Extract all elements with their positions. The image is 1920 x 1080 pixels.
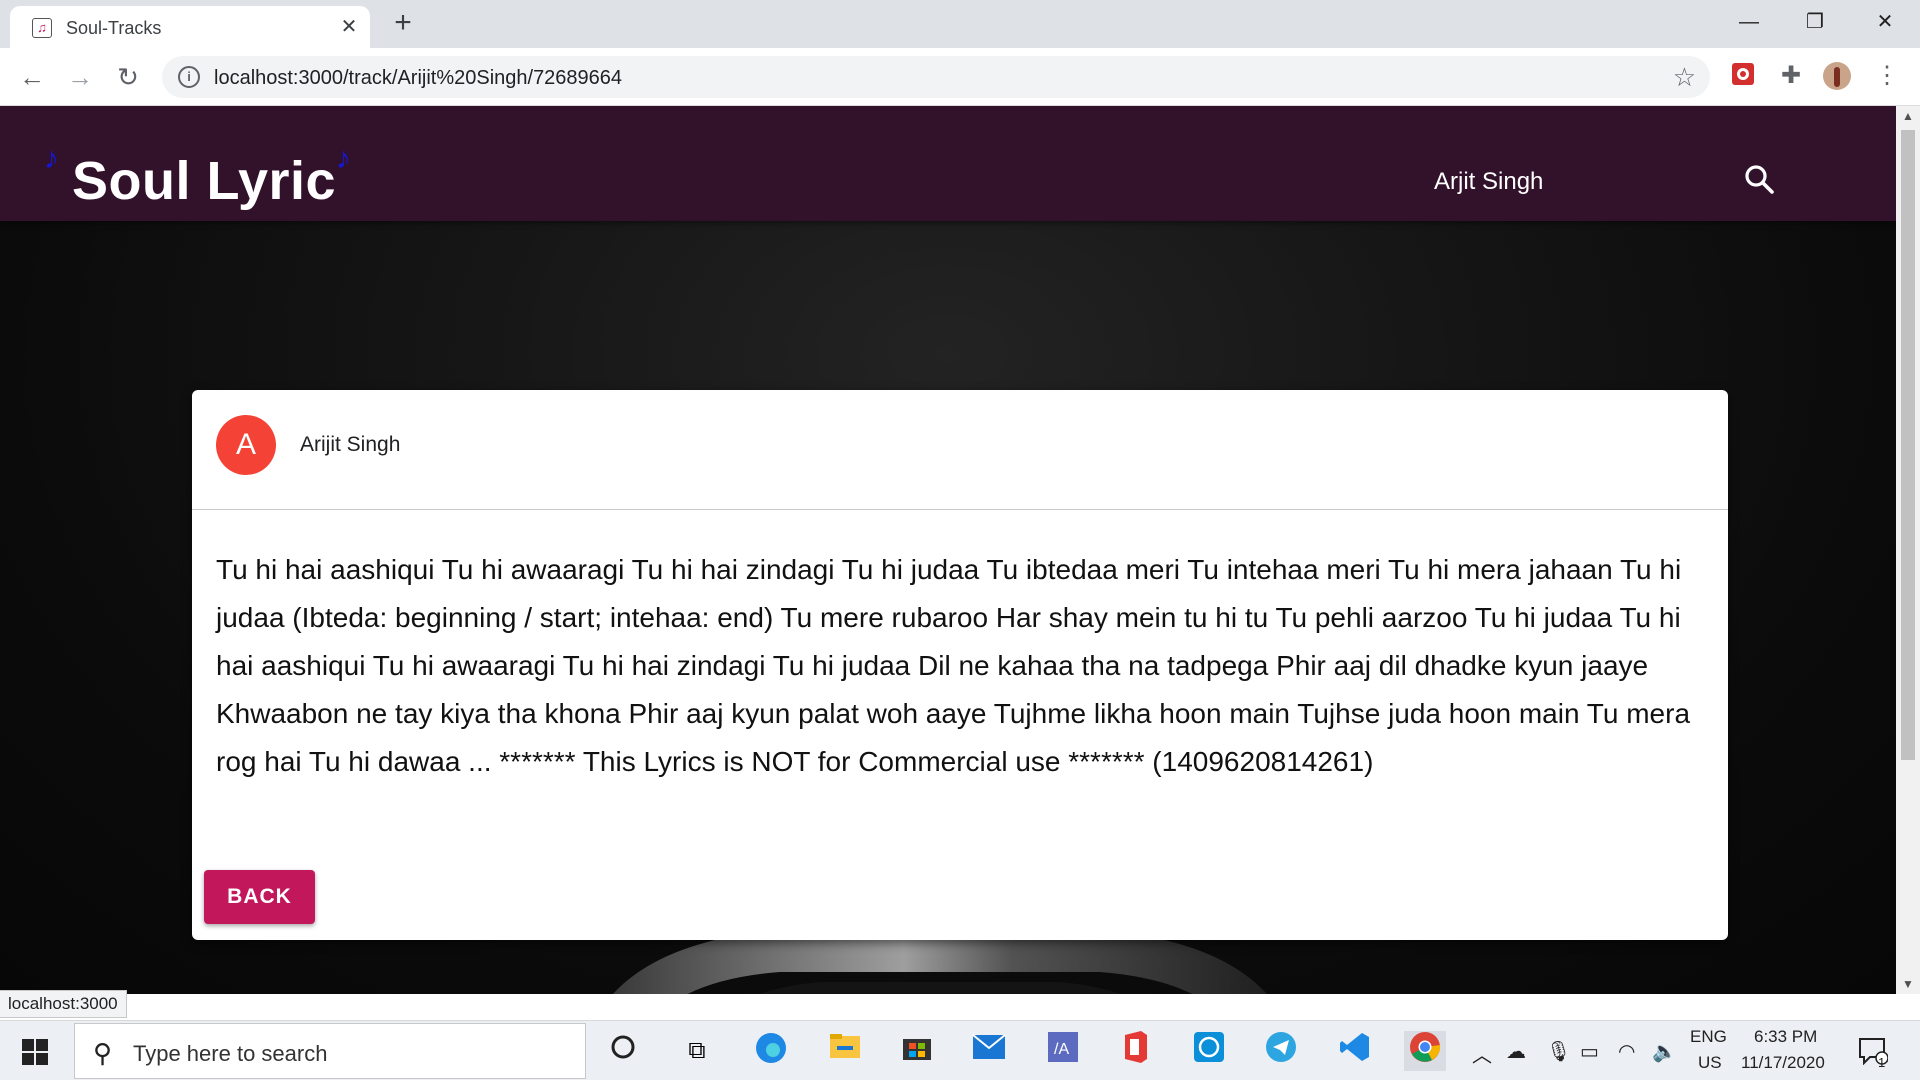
tray-chevron-icon[interactable]: ︿ <box>1472 1039 1492 1068</box>
chrome-icon[interactable] <box>1404 1031 1446 1071</box>
music-note-icon: ♫ <box>32 18 52 38</box>
reload-icon[interactable]: ↻ <box>112 61 144 93</box>
bookmark-star-icon[interactable]: ☆ <box>1673 62 1696 93</box>
task-view-icon[interactable]: ⧉ <box>676 1031 718 1071</box>
app-icon[interactable]: /A <box>1042 1031 1084 1071</box>
taskbar-search[interactable]: ⚲ Type here to search <box>74 1023 586 1079</box>
menu-dots-icon[interactable]: ⋮ <box>1872 61 1902 91</box>
language-indicator[interactable]: ENG <box>1690 1027 1727 1047</box>
edge-icon[interactable] <box>750 1031 792 1071</box>
microphone-icon[interactable]: 🎙 <box>1546 1039 1571 1064</box>
lyrics-text: Tu hi hai aashiqui Tu hi awaaragi Tu hi … <box>216 554 1691 777</box>
headphone-background-image <box>613 932 1267 994</box>
artist-name: Arijit Singh <box>300 433 401 456</box>
mail-icon[interactable] <box>968 1031 1010 1071</box>
back-button[interactable]: BACK <box>204 870 315 924</box>
new-tab-button[interactable]: + <box>388 8 418 39</box>
status-url-tooltip: localhost:3000 <box>0 990 127 1018</box>
notification-count: 1 <box>1878 1055 1886 1070</box>
back-arrow-icon[interactable]: ← <box>16 61 48 93</box>
file-explorer-icon[interactable] <box>824 1031 866 1071</box>
whatsapp-icon[interactable] <box>1188 1031 1230 1071</box>
browser-toolbar: ← → ↻ i localhost:3000/track/Arijit%20Si… <box>0 48 1920 106</box>
store-icon[interactable] <box>896 1031 938 1071</box>
page-scrollbar[interactable]: ▲ ▼ <box>1896 106 1920 994</box>
language-region[interactable]: US <box>1698 1053 1722 1073</box>
app-header: ♪ Soul Lyric ♪ Arjit Singh <box>0 106 1896 221</box>
taskbar-search-placeholder: Type here to search <box>133 1041 328 1066</box>
lyrics-card: A Arijit Singh Tu hi hai aashiqui Tu hi … <box>192 390 1728 940</box>
search-icon: ⚲ <box>93 1038 113 1068</box>
scroll-thumb[interactable] <box>1901 130 1915 760</box>
svg-text:/A: /A <box>1054 1041 1069 1058</box>
browser-tab[interactable]: ♫ Soul-Tracks ✕ <box>10 6 370 48</box>
onedrive-icon[interactable]: ☁ <box>1506 1039 1526 1064</box>
search-icon[interactable] <box>1742 162 1778 198</box>
wifi-icon[interactable]: ◠ <box>1618 1039 1635 1064</box>
clock-time[interactable]: 6:33 PM <box>1754 1027 1817 1047</box>
forward-arrow-icon[interactable]: → <box>64 61 96 93</box>
music-note-icon: ♪ <box>336 142 351 175</box>
vscode-icon[interactable] <box>1334 1031 1376 1071</box>
battery-icon[interactable]: ▭ <box>1580 1039 1599 1064</box>
volume-icon[interactable]: 🔈 <box>1652 1039 1677 1064</box>
url-text: localhost:3000/track/Arijit%20Singh/7268… <box>214 67 623 89</box>
office-icon[interactable] <box>1114 1031 1156 1071</box>
card-header: A Arijit Singh <box>192 390 1728 510</box>
info-icon[interactable]: i <box>178 66 200 88</box>
scroll-up-icon[interactable]: ▲ <box>1896 106 1920 126</box>
nav-artist-link[interactable]: Arjit Singh <box>1434 168 1543 196</box>
close-tab-icon[interactable]: ✕ <box>336 14 362 40</box>
profile-avatar[interactable] <box>1822 61 1852 91</box>
brand-logo[interactable]: Soul Lyric <box>72 150 336 212</box>
browser-titlebar: ♫ Soul-Tracks ✕ + — ❐ ✕ <box>0 0 1920 48</box>
divider <box>192 509 1728 510</box>
music-note-icon: ♪ <box>44 142 59 175</box>
close-window-button[interactable]: ✕ <box>1852 0 1918 44</box>
scroll-down-icon[interactable]: ▼ <box>1896 974 1920 994</box>
puzzle-icon[interactable]: ✚ <box>1776 61 1806 91</box>
avatar: A <box>216 415 276 475</box>
cortana-icon[interactable] <box>602 1031 644 1071</box>
clock-date[interactable]: 11/17/2020 <box>1741 1053 1825 1073</box>
tab-title: Soul-Tracks <box>66 18 162 38</box>
telegram-icon[interactable] <box>1260 1031 1302 1071</box>
minimize-button[interactable]: — <box>1716 0 1782 44</box>
windows-start-icon[interactable] <box>22 1039 48 1065</box>
restore-button[interactable]: ❐ <box>1782 0 1848 44</box>
extension-icon[interactable] <box>1728 61 1758 91</box>
address-bar[interactable]: i localhost:3000/track/Arijit%20Singh/72… <box>162 56 1710 98</box>
windows-taskbar: ⚲ Type here to search ⧉ /A ︿ ☁ 🎙 ▭ ◠ 🔈 E… <box>0 1020 1920 1080</box>
page-viewport: ♪ Soul Lyric ♪ Arjit Singh A Arijit Sing… <box>0 106 1896 994</box>
